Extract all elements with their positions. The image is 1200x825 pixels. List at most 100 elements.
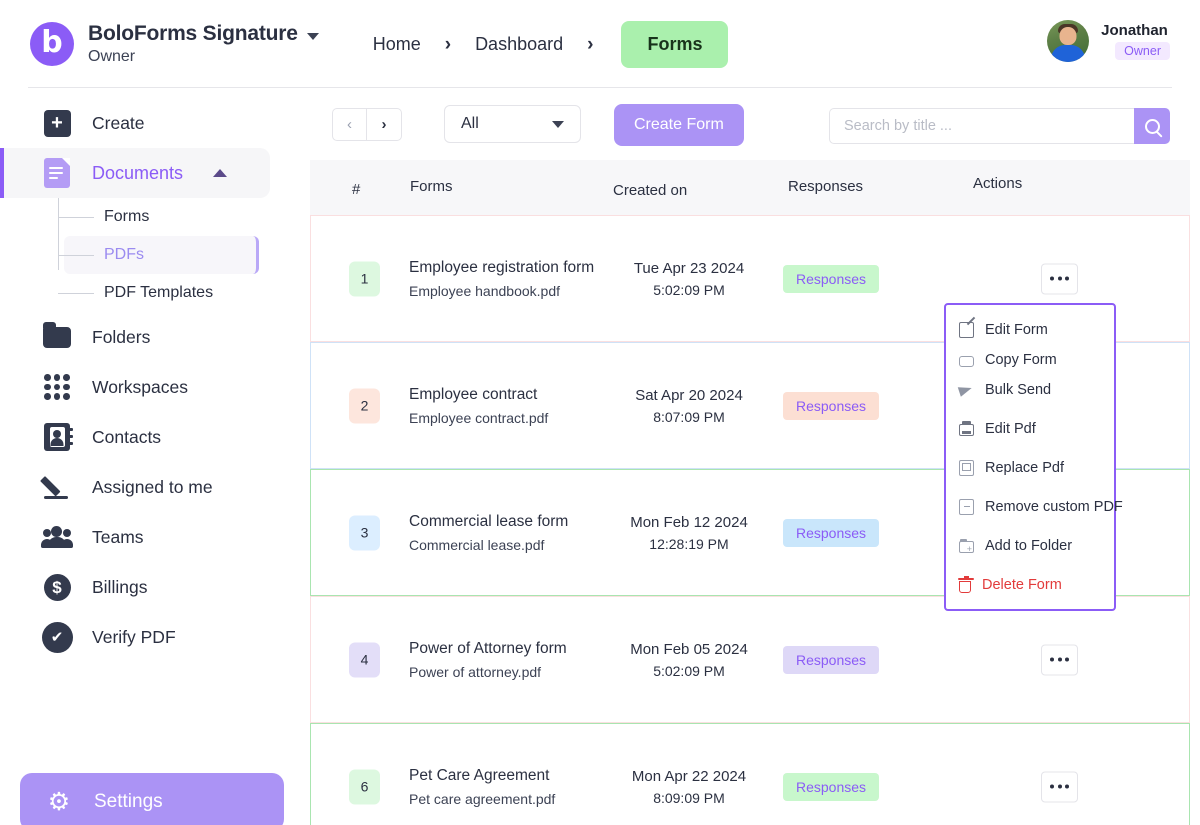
sidebar: + Create Documents Forms PDFs PDF Templa… — [0, 88, 300, 825]
chevron-down-icon[interactable] — [307, 33, 319, 40]
filter-value: All — [461, 115, 479, 133]
next-page-button[interactable]: › — [367, 108, 402, 141]
row-form-cell: Pet Care Agreement Pet care agreement.pd… — [409, 767, 555, 807]
row-number: 4 — [349, 642, 380, 677]
row-time: 5:02:09 PM — [609, 282, 769, 298]
menu-item-copy-form[interactable]: Copy Form — [946, 345, 1114, 375]
chevron-down-icon — [552, 121, 564, 128]
sidebar-item-forms[interactable]: Forms — [64, 198, 300, 236]
breadcrumb-separator-icon: › — [587, 35, 593, 54]
row-created-cell: Mon Feb 12 2024 12:28:19 PM — [609, 514, 769, 552]
sidebar-subitem-label: PDFs — [104, 246, 144, 264]
menu-item-label: Add to Folder — [985, 538, 1072, 554]
breadcrumb-separator-icon: › — [445, 35, 451, 54]
sidebar-item-contacts[interactable]: Contacts — [0, 412, 300, 462]
search-button[interactable] — [1134, 108, 1170, 144]
row-actions-button[interactable] — [1041, 644, 1078, 675]
prev-page-button[interactable]: ‹ — [332, 108, 367, 141]
sidebar-item-label: Assigned to me — [92, 477, 213, 498]
logo-letter: b — [41, 28, 62, 58]
filter-dropdown[interactable]: All — [444, 105, 581, 143]
user-role-badge: Owner — [1115, 42, 1170, 60]
row-form-cell: Employee contract Employee contract.pdf — [409, 386, 548, 426]
sidebar-subitem-label: PDF Templates — [104, 284, 213, 302]
sidebar-item-documents[interactable]: Documents — [0, 148, 270, 198]
breadcrumb-item-forms[interactable]: Forms — [621, 21, 728, 68]
sidebar-item-create[interactable]: + Create — [0, 98, 300, 148]
row-responses-badge[interactable]: Responses — [783, 519, 879, 547]
menu-item-remove-custom-pdf[interactable]: Remove custom PDF — [946, 492, 1114, 522]
row-responses-badge[interactable]: Responses — [783, 773, 879, 801]
file-minus-icon — [959, 499, 974, 515]
row-form-cell: Power of Attorney form Power of attorney… — [409, 640, 567, 680]
breadcrumb-item-dashboard[interactable]: Dashboard — [473, 30, 565, 59]
boloforms-logo-icon: b — [30, 22, 74, 66]
sidebar-item-label: Folders — [92, 327, 150, 348]
sidebar-item-label: Contacts — [92, 427, 161, 448]
sidebar-item-settings[interactable]: ⚙ Settings — [20, 773, 284, 825]
people-icon — [42, 522, 72, 552]
brand[interactable]: b BoloForms Signature Owner — [0, 22, 319, 66]
menu-item-delete-form[interactable]: Delete Form — [946, 570, 1114, 600]
folder-icon — [42, 322, 72, 352]
row-form-title: Pet Care Agreement — [409, 767, 555, 785]
sidebar-item-teams[interactable]: Teams — [0, 512, 300, 562]
sidebar-item-assigned-to-me[interactable]: Assigned to me — [0, 462, 300, 512]
send-plane-icon — [959, 383, 974, 398]
row-number: 6 — [349, 769, 380, 804]
menu-item-label: Delete Form — [982, 577, 1062, 593]
sidebar-item-billings[interactable]: $ Billings — [0, 562, 300, 612]
row-actions-button[interactable] — [1041, 771, 1078, 802]
row-time: 12:28:19 PM — [609, 536, 769, 552]
sidebar-subitem-label: Forms — [104, 208, 149, 226]
sidebar-item-folders[interactable]: Folders — [0, 312, 300, 362]
trash-icon — [959, 581, 971, 593]
menu-item-edit-form[interactable]: Edit Form — [946, 315, 1114, 345]
row-form-file: Power of attorney.pdf — [409, 664, 567, 680]
row-date: Mon Feb 05 2024 — [609, 641, 769, 658]
breadcrumb-item-home[interactable]: Home — [371, 30, 423, 59]
row-date: Mon Apr 22 2024 — [609, 768, 769, 785]
row-responses-badge[interactable]: Responses — [783, 392, 879, 420]
sidebar-item-workspaces[interactable]: Workspaces — [0, 362, 300, 412]
row-time: 5:02:09 PM — [609, 663, 769, 679]
sidebar-item-label: Teams — [92, 527, 144, 548]
search-icon — [1145, 119, 1160, 134]
menu-item-label: Edit Pdf — [985, 421, 1036, 437]
row-responses-badge[interactable]: Responses — [783, 265, 879, 293]
plus-square-icon: + — [42, 108, 72, 138]
menu-item-edit-pdf[interactable]: Edit Pdf — [946, 414, 1114, 444]
copy-icon — [959, 356, 974, 367]
column-header-responses: Responses — [788, 178, 863, 195]
column-header-created-on: Created on — [613, 182, 687, 199]
dollar-circle-icon: $ — [42, 572, 72, 602]
table-row[interactable]: 4 Power of Attorney form Power of attorn… — [310, 596, 1190, 723]
brand-subtitle: Owner — [88, 48, 319, 66]
search-input[interactable] — [829, 108, 1134, 144]
create-form-button[interactable]: Create Form — [614, 104, 744, 146]
avatar-body — [1051, 45, 1085, 62]
chevron-up-icon[interactable] — [213, 169, 227, 177]
gear-icon: ⚙ — [44, 787, 74, 817]
pagination: ‹ › — [332, 108, 402, 141]
sidebar-item-pdfs[interactable]: PDFs — [64, 236, 259, 274]
row-form-title: Employee registration form — [409, 259, 594, 277]
menu-item-add-to-folder[interactable]: Add to Folder — [946, 531, 1114, 561]
user-menu[interactable]: Jonathan Owner — [1047, 20, 1170, 62]
table-row[interactable]: 6 Pet Care Agreement Pet care agreement.… — [310, 723, 1190, 825]
app-title: BoloForms Signature — [88, 22, 298, 46]
sidebar-item-pdf-templates[interactable]: PDF Templates — [64, 274, 300, 312]
sidebar-subnav-documents: Forms PDFs PDF Templates — [0, 198, 300, 312]
menu-item-replace-pdf[interactable]: Replace Pdf — [946, 453, 1114, 483]
breadcrumb: Home › Dashboard › Forms — [371, 21, 729, 68]
row-created-cell: Sat Apr 20 2024 8:07:09 PM — [609, 387, 769, 425]
sidebar-item-label: Create — [92, 113, 145, 134]
row-responses-badge[interactable]: Responses — [783, 646, 879, 674]
menu-item-bulk-send[interactable]: Bulk Send — [946, 375, 1114, 405]
sidebar-item-verify-pdf[interactable]: ✔ Verify PDF — [0, 612, 300, 662]
column-header-actions: Actions — [973, 175, 1022, 192]
row-date: Sat Apr 20 2024 — [609, 387, 769, 404]
column-header-forms: Forms — [410, 178, 453, 195]
grid-dots-icon — [42, 372, 72, 402]
row-actions-button[interactable] — [1041, 263, 1078, 294]
